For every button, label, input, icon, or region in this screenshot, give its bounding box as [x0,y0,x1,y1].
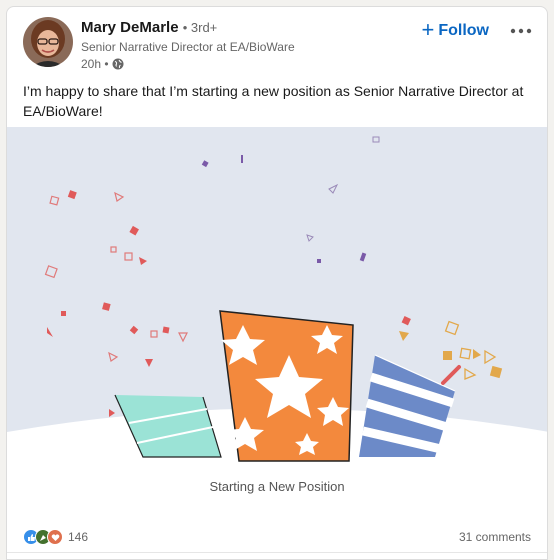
love-icon [47,529,63,545]
reaction-count: 146 [68,530,89,544]
globe-icon [112,58,124,70]
comments-count[interactable]: 31 comments [459,530,531,544]
post-media[interactable]: Starting a New Position [7,127,547,507]
post-text: I’m happy to share that I’m starting a n… [23,83,524,119]
more-options-button[interactable] [505,17,537,45]
author-name[interactable]: Mary DeMarle [81,19,179,36]
connection-degree: • 3rd+ [182,20,218,35]
reactions-summary[interactable]: 146 [23,529,88,545]
follow-label: Follow [438,22,489,39]
celebration-illustration [7,136,547,507]
follow-button[interactable]: + Follow [415,17,495,45]
avatar[interactable] [23,17,73,67]
post-meta: 20h • [81,57,124,71]
plus-icon: + [421,17,435,42]
post-card: Mary DeMarle • 3rd+ Senior Narrative Dir… [6,6,548,560]
post-time: 20h • [81,57,109,71]
more-horizontal-icon [510,28,532,34]
post-header: Mary DeMarle • 3rd+ Senior Narrative Dir… [7,7,547,77]
author-headline: Senior Narrative Director at EA/BioWare [81,40,295,54]
social-counts: 146 31 comments [7,521,547,553]
media-caption: Starting a New Position [209,479,345,494]
author-line: Mary DeMarle • 3rd+ [81,19,217,36]
